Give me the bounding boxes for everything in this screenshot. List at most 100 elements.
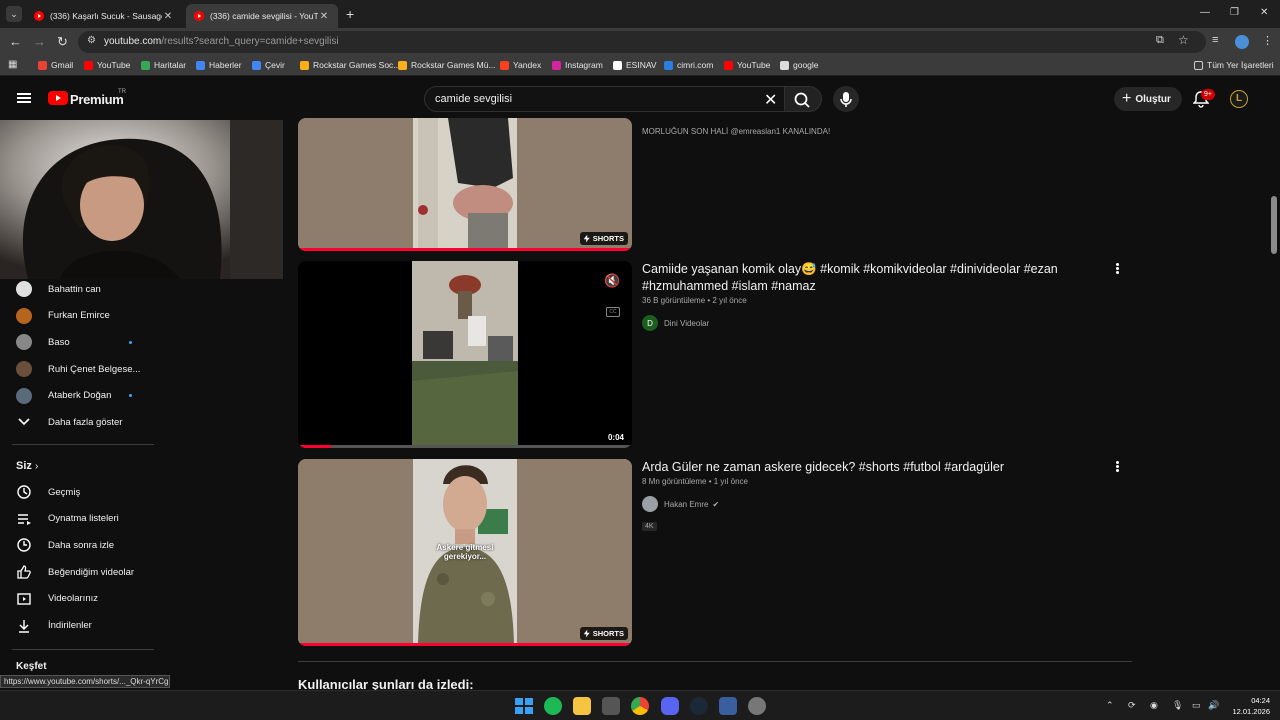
close-tab-icon[interactable]: ✕ [162, 11, 174, 22]
video-title[interactable]: Camiide yaşanan komik olay😅 #komik #komi… [642, 261, 1112, 295]
bookmark-item[interactable]: Çevir [252, 60, 285, 70]
you-section-heading[interactable]: Siz › [16, 460, 38, 472]
subscription-item[interactable]: Ruhi Çenet Belgese... [0, 356, 160, 382]
tray-overflow-icon[interactable]: ⌃ [1106, 700, 1114, 711]
site-info-icon[interactable]: ⚙ [87, 35, 96, 46]
scrollbar-thumb[interactable] [1271, 196, 1277, 254]
store-icon[interactable] [602, 697, 620, 715]
discord-icon[interactable] [661, 697, 679, 715]
show-more-button[interactable]: Daha fazla göster [0, 409, 160, 435]
media-control-icon[interactable]: ≡ [1212, 34, 1218, 46]
search-input[interactable]: camide sevgilisi [435, 93, 512, 105]
bookmark-item[interactable]: YouTube [84, 60, 130, 70]
subscription-item[interactable]: Baso [0, 329, 160, 355]
channel-name: Dini Videolar [664, 318, 710, 328]
url-text[interactable]: youtube.com/results?search_query=camide+… [104, 36, 339, 47]
profile-icon[interactable] [1235, 35, 1249, 49]
you-item-liked-videos[interactable]: Beğendiğim videolar [0, 559, 160, 585]
windows-taskbar: ⌃ ⟳ ◉ 🎙 ▭ 🔊 04:24 12.01.2026 [0, 690, 1280, 720]
channel-avatar [16, 387, 32, 404]
youtube-logo-icon[interactable] [48, 91, 68, 105]
forward-icon[interactable]: → [33, 34, 46, 49]
watch-later-icon [16, 537, 32, 553]
tray-app-icon[interactable]: ⟳ [1128, 700, 1136, 711]
restore-icon[interactable]: ❐ [1230, 7, 1239, 18]
steam-tray-icon[interactable]: ◉ [1150, 700, 1158, 711]
bookmark-item[interactable]: YouTube [724, 60, 770, 70]
chrome-icon[interactable] [631, 697, 649, 715]
you-item-watch-later[interactable]: Daha sonra izle [0, 532, 160, 558]
apps-grid-icon[interactable]: ▦ [8, 59, 17, 70]
start-button[interactable] [514, 697, 533, 715]
subscription-item[interactable]: Bahattin can [0, 276, 160, 302]
video-thumbnail[interactable]: Askere gitmesi gerekiyor... SHORTS [298, 459, 632, 646]
bookmark-item[interactable]: Yandex [500, 60, 541, 70]
subscription-item[interactable]: Ataberk Doğan [0, 383, 160, 409]
video-stats: 8 Mn görüntüleme • 1 yıl önce [642, 477, 748, 486]
app-icon[interactable] [719, 697, 737, 715]
close-window-icon[interactable]: ✕ [1260, 7, 1268, 18]
search-box[interactable]: camide sevgilisi ✕ [424, 86, 786, 112]
playback-track[interactable] [298, 445, 632, 448]
bookmark-favicon-icon [664, 60, 673, 70]
create-button[interactable]: + Oluştur [1114, 87, 1182, 111]
microphone-tray-icon[interactable]: 🎙 [1172, 700, 1183, 711]
you-item-playlists[interactable]: Oynatma listeleri [0, 506, 160, 532]
video-thumbnail[interactable]: SHORTS [298, 118, 632, 251]
network-icon[interactable]: ▭ [1192, 700, 1201, 711]
captions-icon[interactable]: CC [606, 307, 620, 317]
subscription-item[interactable]: Furkan Emirce [0, 303, 160, 329]
bookmark-item[interactable]: cimri.com [664, 60, 713, 70]
account-avatar[interactable]: L [1230, 90, 1248, 108]
tab-search-button[interactable]: ⌄ [6, 6, 22, 22]
search-button[interactable] [784, 86, 822, 112]
volume-icon[interactable]: 🔊 [1208, 700, 1219, 711]
close-tab-icon[interactable]: ✕ [318, 11, 330, 22]
system-clock[interactable]: 04:24 12.01.2026 [1226, 695, 1270, 717]
mute-icon[interactable]: 🔇 [604, 273, 620, 289]
bookmark-item[interactable]: Rockstar Games Soc... [300, 60, 400, 70]
all-bookmarks-button[interactable]: Tüm Yer İşaretleri [1194, 60, 1274, 70]
plus-icon: + [1122, 90, 1132, 107]
watch-progress-bar [298, 643, 632, 646]
more-menu-icon[interactable]: ⋮ [1262, 34, 1273, 47]
bookmark-item[interactable]: Gmail [38, 60, 73, 70]
video-thumbnail-playing[interactable]: 🔇 CC 0:04 [298, 261, 632, 448]
more-actions-icon[interactable] [1116, 262, 1120, 275]
bookmark-item[interactable]: ESINAV [613, 60, 657, 70]
playback-progress-bar[interactable] [298, 445, 332, 448]
channel-link[interactable]: Hakan Emre ✔ [642, 496, 719, 512]
bookmark-item[interactable]: google [780, 60, 819, 70]
bookmark-item[interactable]: Haberler [196, 60, 242, 70]
new-tab-button[interactable]: + [346, 6, 354, 22]
address-bar[interactable]: ⚙ youtube.com/results?search_query=camid… [78, 31, 1206, 53]
install-app-icon[interactable]: ⧉ [1156, 34, 1164, 47]
bookmark-star-icon[interactable]: ☆ [1178, 33, 1189, 47]
more-actions-icon[interactable] [1116, 460, 1120, 473]
youtube-favicon-icon [34, 11, 44, 21]
history-icon [16, 484, 32, 500]
voice-search-button[interactable] [833, 86, 859, 112]
you-item-your-videos[interactable]: Videolarınız [0, 586, 160, 612]
you-item-downloads[interactable]: İndirilenler [0, 613, 160, 639]
channel-link[interactable]: D Dini Videolar [642, 315, 709, 331]
hamburger-menu-icon[interactable] [17, 93, 31, 103]
browser-tab-strip: ⌄ (336) Kaşarlı Sucuk - Sausage W ✕ (336… [0, 0, 1280, 28]
browser-tab-1[interactable]: (336) Kaşarlı Sucuk - Sausage W ✕ [26, 4, 182, 28]
reload-icon[interactable]: ↻ [57, 34, 68, 50]
bookmark-item[interactable]: Instagram [552, 60, 603, 70]
steam-icon[interactable] [690, 697, 708, 715]
you-item-history[interactable]: Geçmiş [0, 479, 160, 505]
premium-brand[interactable]: Premium [70, 92, 124, 107]
video-title[interactable]: Arda Güler ne zaman askere gidecek? #sho… [642, 459, 1112, 476]
minimize-icon[interactable]: — [1200, 7, 1210, 18]
new-content-dot [129, 340, 132, 344]
app-icon[interactable] [748, 697, 766, 715]
bookmark-item[interactable]: Haritalar [141, 60, 186, 70]
file-explorer-icon[interactable] [573, 697, 591, 715]
back-icon[interactable]: ← [9, 34, 22, 49]
clear-search-icon[interactable]: ✕ [764, 90, 777, 110]
bookmark-item[interactable]: Rockstar Games Mü... [398, 60, 496, 70]
browser-tab-2[interactable]: (336) camide sevgilisi - YouTub ✕ [186, 4, 338, 28]
spotify-icon[interactable] [544, 697, 562, 715]
